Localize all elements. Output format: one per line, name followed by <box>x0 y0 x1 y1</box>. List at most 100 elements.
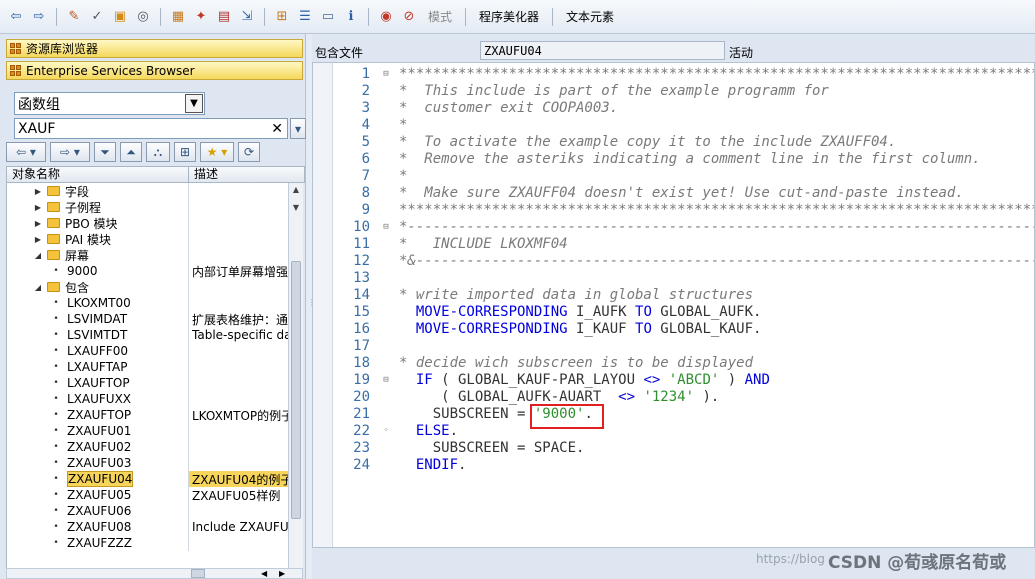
tree-horizontal-scrollbar[interactable]: ◀ ▶ <box>6 568 303 579</box>
collapse-down-icon[interactable]: ⏷ <box>94 142 116 162</box>
collapse-up-icon[interactable]: ⏶ <box>120 142 142 162</box>
code-line[interactable]: 19 ⊟ IF ( GLOBAL_KAUF-PAR_LAYOU <> 'ABCD'… <box>313 371 1034 388</box>
scroll-up-icon[interactable]: ▲ <box>289 185 303 194</box>
column-object-name[interactable]: 对象名称 <box>7 167 189 182</box>
text-elements-button[interactable]: 文本元素 <box>560 8 620 25</box>
code-line[interactable]: 7 * <box>313 167 1034 184</box>
column-description[interactable]: 描述 <box>189 167 304 182</box>
pretty-printer-button[interactable]: 程序美化器 <box>473 8 545 25</box>
binoculars-icon[interactable]: ⛬ <box>146 142 170 162</box>
tree-row[interactable]: • ZXAUFU02 <box>7 439 288 455</box>
tree-folder-row[interactable]: ▶ 字段 <box>7 183 288 199</box>
code-line[interactable]: 15 MOVE-CORRESPONDING I_AUFK TO GLOBAL_A… <box>313 303 1034 320</box>
navigate-icon[interactable]: ✦ <box>191 7 211 27</box>
tree-row[interactable]: • ZXAUFU04 ZXAUFU04的例子 <box>7 471 288 487</box>
expanded-arrow-icon[interactable]: ◢ <box>33 283 43 292</box>
display-mode-icon[interactable]: ▭ <box>318 7 338 27</box>
tree-row[interactable]: • LKOXMT00 <box>7 295 288 311</box>
mode-button[interactable]: 模式 <box>422 8 458 25</box>
object-list-icon[interactable]: ▦ <box>168 7 188 27</box>
scroll-right-icon[interactable]: ▶ <box>279 569 285 578</box>
collapsed-arrow-icon[interactable]: ▶ <box>33 187 43 196</box>
tree-icon[interactable]: ⊞ <box>174 142 196 162</box>
code-line[interactable]: 12 *&------------------------------------… <box>313 252 1034 269</box>
tree-row[interactable]: • ZXAUFU01 <box>7 423 288 439</box>
collapsed-arrow-icon[interactable]: ▶ <box>33 219 43 228</box>
code-line[interactable]: 5 * To activate the example copy it to th… <box>313 133 1034 150</box>
previous-object-button[interactable]: ⇦ ▾ <box>6 142 46 162</box>
next-object-button[interactable]: ⇨ ▾ <box>50 142 90 162</box>
where-used-icon[interactable]: ◎ <box>133 7 153 27</box>
tree-vertical-scrollbar[interactable]: ▲ ▼ <box>288 183 303 568</box>
code-line[interactable]: 16 MOVE-CORRESPONDING I_KAUF TO GLOBAL_K… <box>313 320 1034 337</box>
tree-row[interactable]: • LXAUFTOP <box>7 375 288 391</box>
tree-folder-row[interactable]: ◢ 包含 <box>7 279 288 295</box>
back-arrow-icon[interactable]: ⇦ <box>6 7 26 27</box>
code-line[interactable]: 17 <box>313 337 1034 354</box>
repository-browser-button[interactable]: 资源库浏览器 <box>6 39 303 58</box>
tree-row[interactable]: • LXAUFUXX <box>7 391 288 407</box>
code-line[interactable]: 1 ⊟ **************************************… <box>313 65 1034 82</box>
fold-toggle-icon[interactable]: ◦ <box>380 426 392 436</box>
code-line[interactable]: 14 * write imported data in global struct… <box>313 286 1034 303</box>
collapsed-arrow-icon[interactable]: ▶ <box>33 235 43 244</box>
tree-row[interactable]: • LSVIMTDT Table-specific dat <box>7 327 288 343</box>
code-line[interactable]: 21 SUBSCREEN = '9000'. <box>313 405 1034 422</box>
code-line[interactable]: 10 ⊟ *------------------------------------… <box>313 218 1034 235</box>
stop-icon[interactable]: ⊘ <box>399 7 419 27</box>
tree-folder-row[interactable]: ◢ 屏幕 <box>7 247 288 263</box>
code-line[interactable]: 23 SUBSCREEN = SPACE. <box>313 439 1034 456</box>
tree-row[interactable]: • ZXAUFU05 ZXAUFU05样例 <box>7 487 288 503</box>
tree-row[interactable]: • ZXAUFU03 <box>7 455 288 471</box>
object-name-input[interactable]: XAUF ✕ <box>14 118 288 139</box>
tree-row[interactable]: • LXAUFTAP <box>7 359 288 375</box>
tree-structure-icon[interactable]: ⊞ <box>272 7 292 27</box>
tree-row[interactable]: • ZXAUFU08 Include ZXAUFU0 <box>7 519 288 535</box>
fold-toggle-icon[interactable]: ⊟ <box>380 222 392 232</box>
abap-code-editor[interactable]: 1 ⊟ **************************************… <box>312 62 1035 548</box>
enterprise-services-browser-button[interactable]: Enterprise Services Browser <box>6 61 303 80</box>
check-icon[interactable]: ✓ <box>87 7 107 27</box>
code-line[interactable]: 4 * <box>313 116 1034 133</box>
code-line[interactable]: 2 * This include is part of the example p… <box>313 82 1034 99</box>
code-line[interactable]: 22 ◦ ELSE. <box>313 422 1034 439</box>
code-line[interactable]: 20 ( GLOBAL_AUFK-AUART <> '1234' ). <box>313 388 1034 405</box>
scroll-thumb[interactable] <box>291 261 301 519</box>
refresh-icon[interactable]: ⟳ <box>238 142 260 162</box>
object-name-dropdown[interactable]: ▾ <box>290 118 306 139</box>
code-line[interactable]: 6 * Remove the asteriks indicating a comm… <box>313 150 1034 167</box>
fold-toggle-icon[interactable]: ⊟ <box>380 69 392 79</box>
tree-row[interactable]: • ZXAUFZZZ <box>7 535 288 551</box>
breakpoint-icon[interactable]: ◉ <box>376 7 396 27</box>
expanded-arrow-icon[interactable]: ◢ <box>33 251 43 260</box>
clear-icon[interactable]: ✕ <box>271 121 283 137</box>
code-line[interactable]: 11 * INCLUDE LKOXMF04 <box>313 235 1034 252</box>
scroll-down-small-icon[interactable]: ▼ <box>289 203 303 212</box>
tree-folder-row[interactable]: ▶ PAI 模块 <box>7 231 288 247</box>
h-scroll-thumb[interactable] <box>191 569 205 578</box>
code-line[interactable]: 24 ENDIF. <box>313 456 1034 473</box>
outline-icon[interactable]: ☰ <box>295 7 315 27</box>
forward-arrow-icon[interactable]: ⇨ <box>29 7 49 27</box>
code-line[interactable]: 18 * decide wich subscreen is to be displ… <box>313 354 1034 371</box>
activate-icon[interactable]: ▣ <box>110 7 130 27</box>
enhancements-icon[interactable]: ▤ <box>214 7 234 27</box>
info-icon[interactable]: ℹ <box>341 7 361 27</box>
tree-row[interactable]: • ZXAUFTOP LKOXMTOP的例子 <box>7 407 288 423</box>
collapsed-arrow-icon[interactable]: ▶ <box>33 203 43 212</box>
favorites-icon[interactable]: ★ ▾ <box>200 142 234 162</box>
code-line[interactable]: 13 <box>313 269 1034 286</box>
hierarchy-icon[interactable]: ⇲ <box>237 7 257 27</box>
fold-toggle-icon[interactable]: ⊟ <box>380 375 392 385</box>
tree-folder-row[interactable]: ▶ PBO 模块 <box>7 215 288 231</box>
code-line[interactable]: 3 * customer exit COOPA003. <box>313 99 1034 116</box>
code-line[interactable]: 9 ***************************************… <box>313 201 1034 218</box>
object-type-select[interactable]: 函数组 ▼ <box>14 92 205 115</box>
display-change-icon[interactable]: ✎ <box>64 7 84 27</box>
tree-row[interactable]: • ZXAUFU06 <box>7 503 288 519</box>
tree-row[interactable]: • LXAUFF00 <box>7 343 288 359</box>
scroll-left-icon[interactable]: ◀ <box>261 569 267 578</box>
tree-folder-row[interactable]: ▶ 子例程 <box>7 199 288 215</box>
tree-row[interactable]: • 9000 内部订单屏幕增强 <box>7 263 288 279</box>
tree-row[interactable]: • LSVIMDAT 扩展表格维护：通 <box>7 311 288 327</box>
